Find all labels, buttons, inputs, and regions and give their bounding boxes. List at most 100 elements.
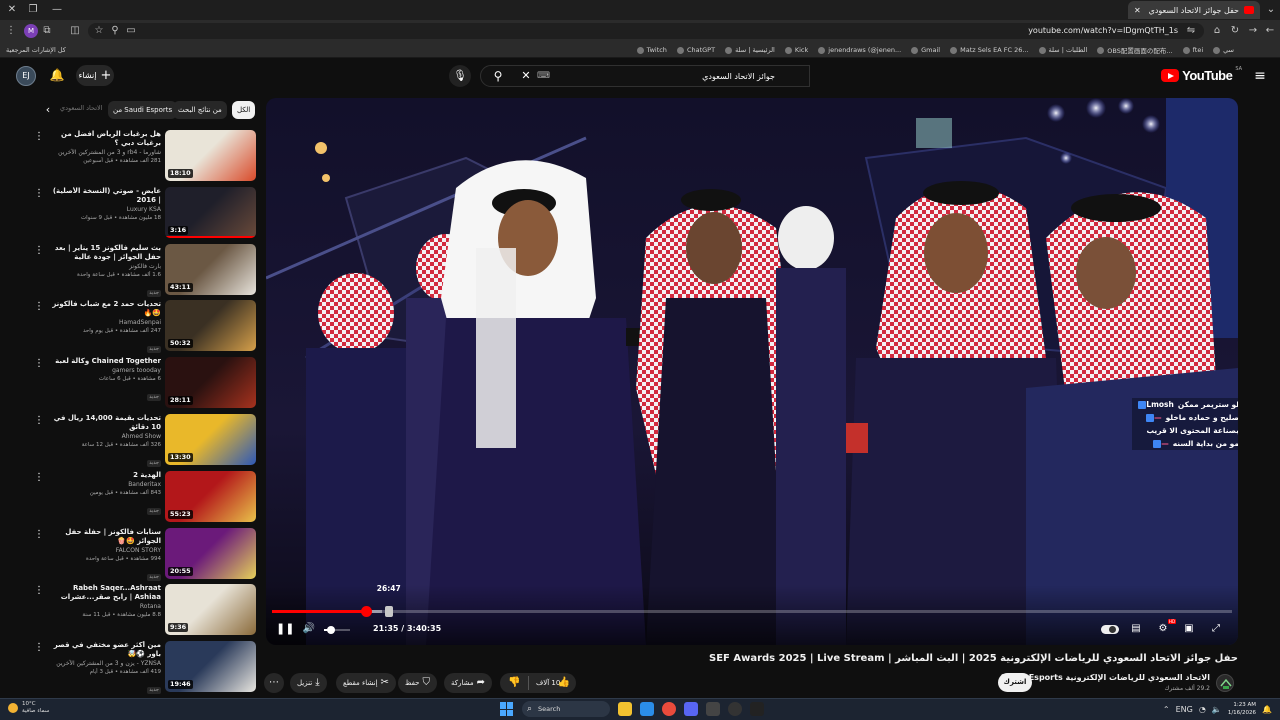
related-video-item[interactable]: 9:36 Rabeh Saqer...Ashraat Ashiaa | رابح … <box>30 582 258 638</box>
file-explorer-icon[interactable] <box>618 702 632 716</box>
related-video-channel[interactable]: FALCON STORY <box>48 546 161 555</box>
edge-icon[interactable] <box>640 702 654 716</box>
related-video-thumbnail[interactable]: 20:55 <box>165 527 256 579</box>
account-avatar[interactable]: EJ <box>16 66 36 86</box>
bookmark-item[interactable]: الطلبات | سلة <box>1038 46 1087 54</box>
related-video-channel[interactable]: YZNSA - يزن و 3 من المشتركين الآخرين <box>48 659 161 668</box>
miniplayer-icon[interactable]: ▣ <box>1181 622 1197 636</box>
wifi-icon[interactable]: ◔ <box>1199 705 1206 714</box>
related-video-channel[interactable]: Ahmed Show <box>48 432 161 441</box>
related-video-thumbnail[interactable]: 18:10 <box>165 130 256 181</box>
more-options-icon[interactable]: ⋮ <box>34 244 44 258</box>
minimize-window-icon[interactable]: — <box>49 2 65 18</box>
tab-list-chevron-icon[interactable]: ⌄ <box>1263 2 1279 18</box>
forward-icon[interactable]: → <box>1246 24 1260 38</box>
related-video-thumbnail[interactable]: 3:16 <box>165 186 256 238</box>
more-options-icon[interactable]: ⋮ <box>34 187 44 201</box>
notifications-bell-icon[interactable]: 🔔 <box>49 67 65 83</box>
channel-name[interactable]: الاتحاد السعودي للرياضات الإلكترونية Sau… <box>1001 673 1210 682</box>
related-video-channel[interactable]: Luxury KSA <box>48 205 161 214</box>
download-button[interactable]: ⤓ تنزيل <box>290 673 327 693</box>
more-options-icon[interactable]: ⋮ <box>34 584 44 598</box>
youtube-logo[interactable]: YouTube SA <box>1161 66 1242 83</box>
save-button[interactable]: ⛉ حفظ <box>398 673 438 693</box>
restore-window-icon[interactable]: ❐ <box>25 2 41 18</box>
close-tab-icon[interactable]: ✕ <box>1134 6 1141 15</box>
volume-slider[interactable] <box>324 626 350 634</box>
reload-icon[interactable]: ↻ <box>1228 24 1242 38</box>
notifications-icon[interactable]: 🔔 <box>1262 705 1272 714</box>
progress-bar[interactable] <box>272 606 1232 617</box>
related-video-thumbnail[interactable]: 28:11 <box>165 357 256 409</box>
related-video-item[interactable]: 50:32 تحديات حمد 2 مع شباب فالكونز 🤩🔥 Hama… <box>30 298 258 354</box>
windows-start-icon[interactable] <box>500 702 514 716</box>
more-options-icon[interactable]: ⋮ <box>34 130 44 144</box>
autoplay-toggle[interactable] <box>1101 625 1119 634</box>
more-options-icon[interactable]: ⋮ <box>34 641 44 655</box>
all-bookmarks-link[interactable]: كل الإشارات المرجعية <box>6 42 66 58</box>
chevron-up-icon[interactable]: ⌃ <box>1163 705 1170 714</box>
address-bar[interactable]: ☆ ⚲ ▭ youtube.com/watch?v=lDgmQtTH_1s ⇋ <box>88 23 1204 39</box>
bookmark-item[interactable]: Gmail <box>911 46 940 54</box>
related-video-channel[interactable]: HamadSenpai <box>48 318 161 327</box>
related-video-channel[interactable]: Banderitax <box>48 480 161 489</box>
volume-icon[interactable]: 🔊 <box>302 622 316 636</box>
related-video-channel[interactable]: شاورما - rb4 و 3 من المشتركين الآخرين <box>48 148 161 157</box>
cast-icon[interactable]: ▭ <box>124 24 138 38</box>
subscribe-button[interactable]: اشترك <box>998 673 1032 692</box>
speaker-icon[interactable]: 🔈 <box>1212 705 1222 714</box>
microphone-icon[interactable]: 🎙 <box>449 65 471 87</box>
related-video-channel[interactable]: gamers toooday <box>48 366 161 375</box>
search-input[interactable]: جوائز الاتحاد السعودي ✕ ⌨ <box>480 65 810 87</box>
related-video-item[interactable]: 19:46 مين أكثر عضو مختفي في قصر باور ⚽🤯 YZ… <box>30 639 258 695</box>
progress-scrubber-handle[interactable] <box>361 606 373 617</box>
zoom-icon[interactable]: ⚲ <box>108 24 122 38</box>
chip-from-channel[interactable]: من Saudi Esports <box>108 101 178 119</box>
sidebar-icon[interactable]: ◫ <box>68 24 82 38</box>
keyboard-icon[interactable]: ⌨ <box>537 70 550 82</box>
bookmark-item[interactable]: ChatGPT <box>676 46 715 54</box>
chip-from-search[interactable]: من نتائج البحث <box>173 101 227 119</box>
taskbar-search[interactable]: Search <box>522 701 610 717</box>
dislike-icon[interactable]: 👎 <box>508 673 520 693</box>
share-button[interactable]: ➦ مشاركة <box>444 673 492 693</box>
home-icon[interactable]: ⌂ <box>1210 24 1224 38</box>
discord-icon[interactable] <box>684 702 698 716</box>
fullscreen-icon[interactable]: ⤢ <box>1208 622 1224 636</box>
taskbar-clock[interactable]: 1:23 AM 1/16/2026 <box>1228 701 1256 717</box>
related-video-thumbnail[interactable]: 43:11 <box>165 243 256 295</box>
related-video-thumbnail[interactable]: 50:32 <box>165 300 256 352</box>
browser-tab-active[interactable]: حفل جوائز الاتحاد السعودي لل ✕ <box>1128 1 1260 19</box>
bookmark-item[interactable]: jenendraws (@jenen... <box>818 46 901 54</box>
chip-all[interactable]: الكل <box>232 101 256 119</box>
chevron-left-icon[interactable]: ‹ <box>40 101 56 119</box>
back-icon[interactable]: ← <box>1263 24 1277 38</box>
terminal-icon[interactable] <box>750 702 764 716</box>
bookmark-item[interactable]: OBS配置画面の配布... <box>1097 45 1173 55</box>
steam-icon[interactable] <box>728 702 742 716</box>
related-video-thumbnail[interactable]: 55:23 <box>165 470 256 522</box>
video-player[interactable]: لو ستريمر ممكنLmosh صليح و حماده ماخلو— بص… <box>266 98 1238 645</box>
clip-button[interactable]: ✂ إنشاء مقطع <box>336 673 396 693</box>
related-video-channel[interactable]: بارت فالكونز <box>48 262 161 271</box>
more-options-icon[interactable]: ⋮ <box>34 471 44 485</box>
like-icon[interactable]: 👍 <box>558 673 570 693</box>
related-video-item[interactable]: 3:16 عايض - صوتي (النسخة الأصلية) | 2016 L… <box>30 185 258 241</box>
obs-icon[interactable] <box>706 702 720 716</box>
more-options-icon[interactable]: ⋮ <box>34 300 44 314</box>
site-settings-icon[interactable]: ⇋ <box>1184 24 1198 38</box>
close-window-icon[interactable]: ✕ <box>4 2 20 18</box>
language-indicator[interactable]: ENG <box>1176 705 1193 714</box>
weather-widget[interactable]: 10°C سماء صافية <box>8 701 49 715</box>
pause-icon[interactable]: ❚❚ <box>276 622 294 636</box>
bookmark-item[interactable]: ftei <box>1182 46 1203 54</box>
related-video-item[interactable]: 20:55 سنابات فالكونز | حفلة حفل الجوائز 🤩… <box>30 526 258 582</box>
bookmark-item[interactable]: Twitch <box>636 46 667 54</box>
bookmark-item[interactable]: Kick <box>784 46 808 54</box>
subtitles-icon[interactable]: ▤ <box>1128 622 1144 636</box>
related-video-item[interactable]: 43:11 بث سليم فالكونز 15 يناير | بعد حفل … <box>30 242 258 298</box>
related-video-thumbnail[interactable]: 13:30 <box>165 414 256 465</box>
more-options-icon[interactable]: ⋮ <box>34 528 44 542</box>
search-icon[interactable]: ⚲ <box>486 66 510 86</box>
related-video-thumbnail[interactable]: 9:36 <box>165 584 256 636</box>
